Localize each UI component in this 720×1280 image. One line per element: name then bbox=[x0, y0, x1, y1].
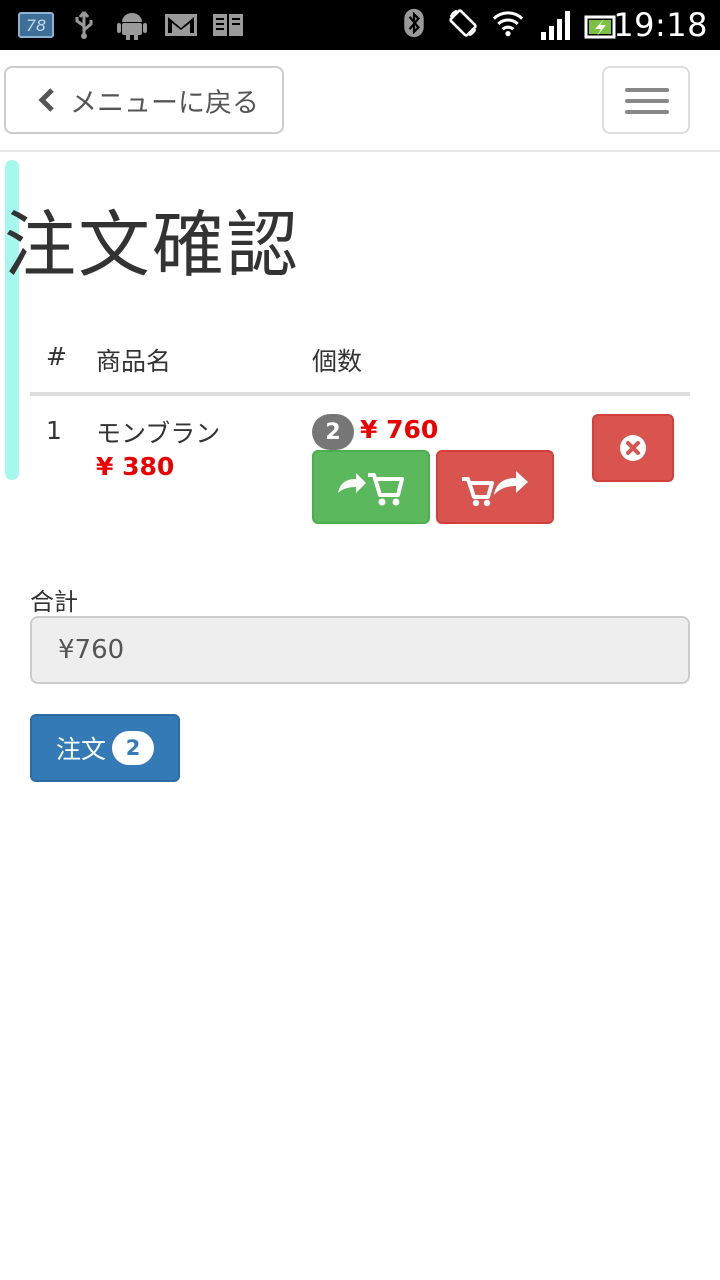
item-name: モンブラン bbox=[96, 419, 221, 448]
remove-from-cart-button[interactable] bbox=[436, 450, 554, 524]
wifi-icon bbox=[492, 11, 524, 37]
column-header-quantity: 個数 bbox=[312, 347, 363, 376]
quantity-badge: 2 bbox=[312, 414, 354, 450]
column-header-item-name: 商品名 bbox=[96, 347, 172, 376]
column-header-number: # bbox=[46, 342, 67, 371]
navbar: メニューに戻る bbox=[0, 50, 720, 152]
total-amount-value: ¥760 bbox=[58, 635, 125, 665]
add-to-cart-icon bbox=[338, 473, 404, 506]
usb-icon bbox=[75, 11, 93, 39]
delete-item-button[interactable] bbox=[592, 414, 674, 482]
row-number: 1 bbox=[46, 416, 62, 445]
rotate-icon bbox=[449, 9, 477, 37]
order-count-badge: 2 bbox=[112, 731, 154, 765]
total-label: 合計 bbox=[30, 588, 78, 616]
menu-toggle-button[interactable] bbox=[602, 66, 690, 134]
back-button-label: メニューに戻る bbox=[70, 87, 259, 119]
gmail-icon bbox=[165, 14, 197, 36]
remove-from-cart-icon bbox=[462, 471, 528, 507]
notification-78-icon: 78 bbox=[18, 12, 54, 38]
page-title: 注文確認 bbox=[4, 203, 301, 287]
chevron-left-icon bbox=[38, 88, 54, 112]
remove-circle-icon bbox=[620, 435, 646, 461]
order-button[interactable]: 注文 2 bbox=[30, 714, 180, 782]
android-icon bbox=[117, 13, 147, 40]
item-unit-price: ¥ 380 bbox=[96, 452, 175, 481]
reader-icon bbox=[213, 14, 243, 36]
table-header: # 商品名 個数 bbox=[30, 330, 690, 396]
order-button-label: 注文 bbox=[55, 735, 106, 764]
back-to-menu-button[interactable]: メニューに戻る bbox=[4, 66, 284, 134]
bluetooth-icon bbox=[404, 8, 424, 38]
signal-icon bbox=[541, 11, 570, 40]
add-to-cart-button[interactable] bbox=[312, 450, 430, 524]
item-subtotal: ¥ 760 bbox=[360, 415, 439, 444]
status-bar: 78 19:18 bbox=[0, 0, 720, 50]
total-amount-field: ¥760 bbox=[30, 616, 690, 684]
notification-badge-text: 78 bbox=[25, 15, 47, 35]
status-time: 19:18 bbox=[613, 6, 708, 44]
